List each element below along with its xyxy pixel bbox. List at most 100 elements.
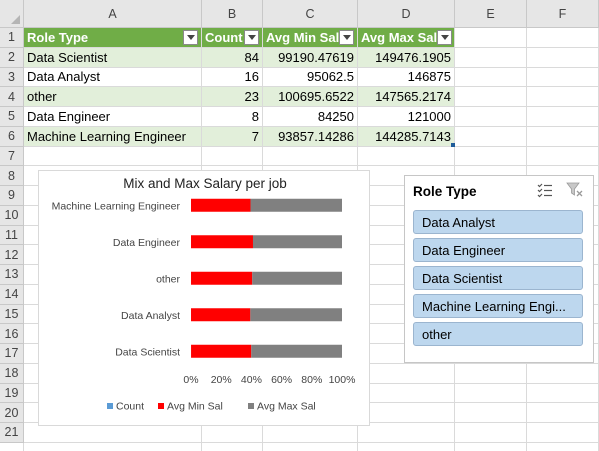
table-resize-handle[interactable] [451,142,455,147]
gridline-horizontal [24,145,599,147]
chart-canvas: Mix and Max Salary per job Data Scientist… [52,176,356,413]
table-header-cell[interactable]: Avg Max Sal [358,28,454,47]
bar-segment [252,235,342,249]
category-label: Machine Learning Engineer [52,200,181,212]
row-header[interactable]: 11 [0,225,24,246]
row-header[interactable]: 5 [0,107,24,127]
x-tick-label: 60% [271,374,292,386]
legend-swatch [158,403,164,409]
column-header[interactable]: E [455,0,527,28]
bar-segment [191,198,251,212]
bar-segment [251,344,342,358]
bar-segment [191,271,253,285]
bar-segment [191,308,251,322]
x-tick-label: 100% [329,374,356,386]
slicer-item[interactable]: Machine Learning Engi... [413,294,583,318]
table-cell[interactable]: Machine Learning Engineer [24,126,201,146]
table-cell[interactable]: 149476.1905 [358,47,454,67]
slicer-item[interactable]: Data Engineer [413,238,583,262]
bar-segment [252,271,342,285]
table-cell[interactable]: Data Analyst [24,67,201,87]
salary-chart[interactable]: Mix and Max Salary per job Data Scientist… [38,170,370,426]
multi-select-icon[interactable] [536,181,554,199]
row-header[interactable]: 19 [0,383,24,404]
table-cell[interactable]: 99190.47619 [263,47,357,67]
column-header[interactable]: C [263,0,358,28]
row-header[interactable]: 21 [0,423,24,443]
gridline-horizontal [24,165,599,167]
row-header[interactable]: 18 [0,363,24,384]
table-header-cell[interactable]: Avg Min Sal [263,28,357,47]
role-type-slicer[interactable]: Role Type Data Analyst Data Engineer Data … [404,175,594,363]
row-header[interactable]: 16 [0,324,24,344]
legend-swatch [248,403,254,409]
legend-swatch [107,403,113,409]
table-cell[interactable]: Data Scientist [24,47,201,67]
table-cell[interactable]: 93857.14286 [263,126,357,146]
row-header[interactable]: 14 [0,284,24,305]
slicer-item[interactable]: Data Analyst [413,210,583,234]
table-cell[interactable]: 16 [202,67,262,87]
row-header[interactable]: 10 [0,205,24,226]
filter-dropdown-icon[interactable] [244,29,259,45]
table-cell[interactable]: 144285.7143 [358,126,454,146]
filter-dropdown-icon[interactable] [437,29,453,45]
row-header[interactable]: 17 [0,344,24,364]
table-cell[interactable]: 23 [202,87,262,106]
row-header[interactable]: 4 [0,87,24,107]
row-header[interactable]: 1 [0,28,24,48]
slicer-item[interactable]: Data Scientist [413,266,583,290]
bar-segment [191,235,253,249]
chart-title: Mix and Max Salary per job [123,176,287,191]
table-cell[interactable]: Data Engineer [24,107,201,126]
table-header-label: Avg Min Sal [266,29,340,45]
row-header[interactable]: 8 [0,166,24,186]
table-cell[interactable]: 121000 [358,107,454,126]
row-header[interactable]: 2 [0,47,24,68]
table-cell[interactable]: 100695.6522 [263,87,357,106]
table-cell[interactable]: other [24,87,201,106]
table-header-cell[interactable]: Count [202,28,262,47]
category-label: Data Scientist [115,346,180,358]
gridline-horizontal [24,441,599,443]
filter-dropdown-icon[interactable] [183,29,198,45]
table-header-cell[interactable]: Role Type [24,28,201,47]
table-cell[interactable]: 84250 [263,107,357,126]
table-cell[interactable]: 146875 [358,67,454,87]
table-cell[interactable]: 147565.2174 [358,87,454,106]
row-header[interactable]: 7 [0,146,24,167]
bar-segment [250,308,342,322]
legend-label: Count [116,401,144,413]
legend-label: Avg Min Sal [167,401,223,413]
select-all-corner[interactable] [0,0,24,28]
x-tick-label: 80% [301,374,322,386]
table-cell[interactable]: 95062.5 [263,67,357,87]
table-cell[interactable]: 7 [202,126,262,146]
row-header[interactable]: 3 [0,67,24,88]
row-header[interactable]: 15 [0,304,24,325]
x-tick-label: 0% [183,374,198,386]
column-header[interactable]: D [358,0,455,28]
column-header[interactable]: B [202,0,263,28]
bar-segment [191,344,252,358]
column-header[interactable]: F [527,0,599,28]
row-header[interactable]: 13 [0,265,24,285]
category-label: Data Engineer [113,237,181,249]
slicer-title: Role Type [413,184,477,199]
category-label: other [156,273,180,285]
bar-segment [250,198,342,212]
column-header[interactable]: A [24,0,202,28]
clear-filter-icon[interactable] [566,181,584,199]
legend-label: Avg Max Sal [257,401,316,413]
x-tick-label: 40% [241,374,262,386]
filter-dropdown-icon[interactable] [339,29,355,45]
row-header[interactable]: 12 [0,245,24,265]
table-cell[interactable]: 84 [202,47,262,67]
table-cell[interactable]: 8 [202,107,262,126]
row-header[interactable]: 9 [0,186,24,206]
category-label: Data Analyst [121,310,180,322]
table-header-label: Role Type [27,29,89,45]
row-header[interactable]: 20 [0,403,24,423]
slicer-item[interactable]: other [413,322,583,346]
row-header[interactable]: 6 [0,126,24,147]
